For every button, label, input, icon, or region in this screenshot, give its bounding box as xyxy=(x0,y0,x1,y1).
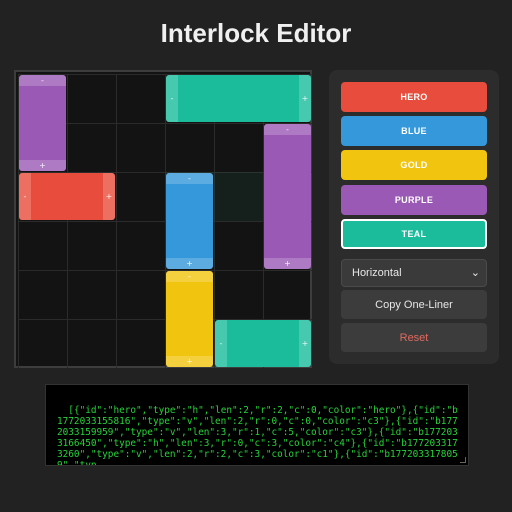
shrink-handle[interactable]: - xyxy=(264,124,311,135)
shrink-handle[interactable]: - xyxy=(19,75,66,86)
color-button-gold[interactable]: GOLD xyxy=(341,150,487,180)
block-purple-right[interactable]: - + xyxy=(264,124,311,269)
output-textarea[interactable]: [{"id":"hero","type":"h","len":2,"r":2,"… xyxy=(45,384,469,466)
shrink-handle[interactable]: - xyxy=(166,75,178,122)
grow-handle[interactable]: + xyxy=(166,356,213,367)
block-teal-bottom[interactable]: - + xyxy=(215,320,311,367)
page-title: Interlock Editor xyxy=(160,18,352,48)
grow-handle[interactable]: + xyxy=(299,75,311,122)
block-blue[interactable]: - + xyxy=(166,173,213,269)
block-hero[interactable]: - + xyxy=(19,173,115,220)
shrink-handle[interactable]: - xyxy=(215,320,227,367)
color-button-purple[interactable]: PURPLE xyxy=(341,185,487,215)
block-gold[interactable]: - + xyxy=(166,271,213,367)
shrink-handle[interactable]: - xyxy=(166,173,213,184)
chevron-down-icon: ⌄ xyxy=(470,267,480,279)
grow-handle[interactable]: + xyxy=(299,320,311,367)
grow-handle[interactable]: + xyxy=(166,258,213,269)
editor-panel: HERO BLUE GOLD PURPLE TEAL Horizontal ⌄ … xyxy=(329,70,499,364)
block-teal-top[interactable]: - + xyxy=(166,75,311,122)
grow-handle[interactable]: + xyxy=(264,258,311,269)
output-text: [{"id":"hero","type":"h","len":2,"r":2,"… xyxy=(57,405,458,466)
grow-handle[interactable]: + xyxy=(103,173,115,220)
board-grid: - + - + - + - + - + - + - + xyxy=(18,74,312,368)
grow-handle[interactable]: + xyxy=(19,160,66,171)
game-board[interactable]: - + - + - + - + - + - + - + xyxy=(14,70,312,368)
shrink-handle[interactable]: - xyxy=(19,173,31,220)
resize-grip-icon[interactable] xyxy=(460,457,466,463)
orientation-select[interactable]: Horizontal ⌄ xyxy=(341,259,487,287)
color-button-hero[interactable]: HERO xyxy=(341,82,487,112)
block-purple-topleft[interactable]: - + xyxy=(19,75,66,171)
color-button-blue[interactable]: BLUE xyxy=(341,116,487,146)
shrink-handle[interactable]: - xyxy=(166,271,213,282)
reset-button[interactable]: Reset xyxy=(341,323,487,352)
color-button-teal[interactable]: TEAL xyxy=(341,219,487,249)
copy-one-liner-button[interactable]: Copy One-Liner xyxy=(341,290,487,319)
orientation-value: Horizontal xyxy=(352,267,402,279)
